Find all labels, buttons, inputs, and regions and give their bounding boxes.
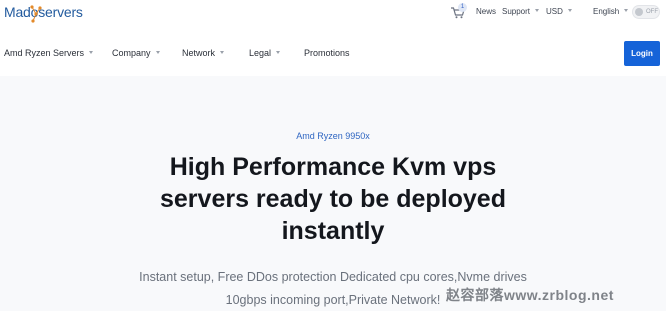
chevron-down-icon <box>89 51 94 55</box>
top-bar: Madoservers 1 News Support USD English O… <box>0 0 666 26</box>
support-menu[interactable]: Support <box>502 7 540 16</box>
watermark-text: 赵容部落www.zrblog.net <box>446 287 614 303</box>
currency-label: USD <box>546 7 563 16</box>
hero-section: Amd Ryzen 9950x High Performance Kvm vps… <box>0 76 666 311</box>
chevron-down-icon <box>624 9 629 13</box>
nav-item-network[interactable]: Network <box>182 48 225 58</box>
chevron-down-icon <box>155 51 160 55</box>
login-button[interactable]: Login <box>624 41 660 66</box>
hero-headline-line: servers ready to be deployed <box>160 185 506 213</box>
language-label: English <box>593 7 620 16</box>
hero-headline-line: instantly <box>281 217 385 245</box>
currency-menu[interactable]: USD <box>546 7 572 16</box>
chevron-down-icon <box>220 51 225 55</box>
chevron-down-icon <box>567 9 572 13</box>
nav-item-label: Amd Ryzen Servers <box>4 48 85 58</box>
cart-count-badge: 1 <box>458 3 467 12</box>
hero-headline: High Performance Kvm vps servers ready t… <box>83 151 583 247</box>
logo-network-icon <box>30 5 42 23</box>
logo[interactable]: Madoservers <box>4 4 83 23</box>
news-link[interactable]: News <box>476 7 496 16</box>
hero-headline-line: High Performance Kvm vps <box>169 153 497 181</box>
nav-item-label: Network <box>182 48 216 58</box>
theme-toggle[interactable]: OFF <box>632 5 660 19</box>
nav-item-amd-ryzen-servers[interactable]: Amd Ryzen Servers <box>4 48 94 58</box>
support-label: Support <box>502 7 531 16</box>
main-nav: Amd Ryzen Servers Company Network Legal … <box>0 26 666 76</box>
nav-item-promotions[interactable]: Promotions <box>304 48 350 58</box>
nav-item-label: Legal <box>249 48 272 58</box>
hero-eyebrow: Amd Ryzen 9950x <box>296 131 370 141</box>
nav-item-label: Company <box>112 48 151 58</box>
logo-text-part2: servers <box>38 4 83 20</box>
language-menu[interactable]: English <box>593 7 629 16</box>
toggle-knob <box>635 8 643 16</box>
nav-item-legal[interactable]: Legal <box>249 48 281 58</box>
chevron-down-icon <box>535 9 540 13</box>
nav-item-company[interactable]: Company <box>112 48 160 58</box>
nav-item-label: Promotions <box>304 48 350 58</box>
chevron-down-icon <box>276 51 281 55</box>
toggle-label: OFF <box>646 9 658 15</box>
